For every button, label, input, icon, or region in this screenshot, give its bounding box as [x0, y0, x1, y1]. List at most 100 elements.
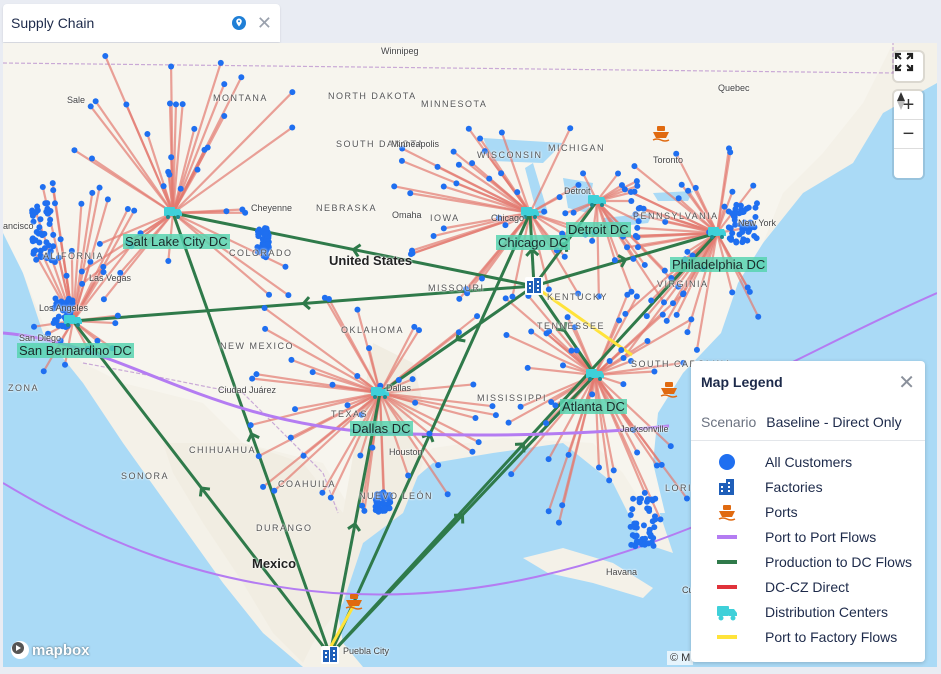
customer-point[interactable]	[42, 200, 49, 207]
customer-point[interactable]	[508, 471, 515, 478]
customer-point[interactable]	[32, 237, 39, 244]
customer-point[interactable]	[354, 306, 361, 313]
dc-label[interactable]: Atlanta DC	[560, 399, 627, 414]
customer-point[interactable]	[606, 357, 613, 364]
customer-point[interactable]	[57, 236, 64, 243]
zoom-control[interactable]: + −	[894, 91, 923, 178]
customer-point[interactable]	[45, 242, 52, 249]
customer-point[interactable]	[651, 368, 658, 375]
customer-point[interactable]	[357, 452, 364, 459]
customer-point[interactable]	[79, 280, 86, 287]
customer-point[interactable]	[100, 263, 107, 270]
customer-point[interactable]	[398, 157, 405, 164]
customer-point[interactable]	[124, 205, 131, 212]
customer-point[interactable]	[474, 313, 481, 320]
customer-point[interactable]	[721, 203, 728, 210]
customer-point[interactable]	[168, 63, 175, 70]
customer-point[interactable]	[541, 208, 548, 215]
customer-point[interactable]	[552, 402, 559, 409]
customer-point[interactable]	[361, 507, 368, 514]
customer-point[interactable]	[502, 295, 509, 302]
fullscreen-icon[interactable]	[894, 52, 923, 81]
customer-point[interactable]	[41, 230, 48, 237]
customer-point[interactable]	[684, 248, 691, 255]
customer-point[interactable]	[327, 494, 334, 501]
customer-point[interactable]	[223, 208, 230, 215]
customer-point[interactable]	[179, 101, 186, 108]
customer-point[interactable]	[266, 291, 273, 298]
customer-point[interactable]	[465, 125, 472, 132]
zoom-out-button[interactable]: −	[894, 120, 923, 149]
customer-point[interactable]	[633, 178, 640, 185]
customer-point[interactable]	[55, 313, 62, 320]
dc-label[interactable]: Philadelphia DC	[670, 257, 768, 272]
customer-point[interactable]	[409, 376, 416, 383]
customer-point[interactable]	[440, 225, 447, 232]
customer-point[interactable]	[589, 237, 596, 244]
customer-point[interactable]	[96, 184, 103, 191]
customer-point[interactable]	[728, 236, 735, 243]
customer-point[interactable]	[31, 323, 38, 330]
customer-point[interactable]	[40, 368, 47, 375]
customer-point[interactable]	[172, 101, 179, 108]
customer-point[interactable]	[733, 239, 740, 246]
customer-point[interactable]	[191, 125, 198, 132]
factory-marker[interactable]	[525, 277, 543, 295]
customer-point[interactable]	[509, 293, 516, 300]
customer-point[interactable]	[88, 155, 95, 162]
customer-point[interactable]	[630, 495, 637, 502]
customer-point[interactable]	[486, 175, 493, 182]
customer-point[interactable]	[96, 240, 103, 247]
customer-point[interactable]	[102, 53, 109, 60]
customer-point[interactable]	[498, 129, 505, 136]
customer-point[interactable]	[249, 375, 256, 382]
customer-point[interactable]	[503, 332, 510, 339]
customer-point[interactable]	[282, 263, 289, 270]
close-tab-icon[interactable]: ✕	[257, 14, 272, 32]
customer-point[interactable]	[661, 267, 668, 274]
customer-point[interactable]	[736, 231, 743, 238]
customer-point[interactable]	[194, 166, 201, 173]
customer-point[interactable]	[636, 539, 643, 546]
customer-point[interactable]	[262, 225, 269, 232]
customer-point[interactable]	[624, 244, 631, 251]
customer-point[interactable]	[573, 347, 580, 354]
customer-point[interactable]	[37, 216, 44, 223]
customer-point[interactable]	[685, 187, 692, 194]
map-attribution[interactable]: © M	[667, 651, 694, 665]
customer-point[interactable]	[622, 310, 629, 317]
customer-point[interactable]	[632, 232, 639, 239]
fullscreen-control[interactable]	[894, 52, 923, 81]
customer-point[interactable]	[580, 170, 587, 177]
customer-point[interactable]	[620, 381, 627, 388]
customer-point[interactable]	[629, 506, 636, 513]
customer-point[interactable]	[112, 320, 119, 327]
customer-point[interactable]	[391, 183, 398, 190]
customer-point[interactable]	[477, 135, 484, 142]
customer-point[interactable]	[59, 323, 66, 330]
customer-point[interactable]	[731, 217, 738, 224]
customer-point[interactable]	[688, 316, 695, 323]
customer-point[interactable]	[505, 419, 512, 426]
dc-label[interactable]: Chicago DC	[496, 235, 571, 250]
customer-point[interactable]	[545, 456, 552, 463]
customer-point[interactable]	[239, 206, 246, 213]
customer-point[interactable]	[440, 183, 447, 190]
customer-point[interactable]	[78, 200, 85, 207]
customer-point[interactable]	[670, 300, 677, 307]
customer-point[interactable]	[354, 372, 361, 379]
customer-point[interactable]	[289, 124, 296, 131]
customer-point[interactable]	[369, 444, 376, 451]
customer-point[interactable]	[39, 183, 46, 190]
customer-point[interactable]	[469, 160, 476, 167]
customer-point[interactable]	[660, 299, 667, 306]
customer-point[interactable]	[426, 430, 433, 437]
dc-label[interactable]: San Bernardino DC	[17, 343, 134, 358]
customer-point[interactable]	[444, 491, 451, 498]
customer-point[interactable]	[751, 232, 758, 239]
customer-point[interactable]	[746, 288, 753, 295]
customer-point[interactable]	[514, 189, 521, 196]
customer-point[interactable]	[561, 253, 568, 260]
customer-point[interactable]	[456, 295, 463, 302]
customer-point[interactable]	[63, 272, 70, 279]
